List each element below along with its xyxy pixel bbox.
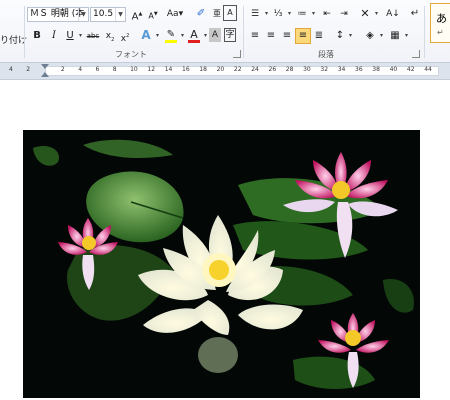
style-preview-text: あ (436, 12, 447, 25)
ruler-tick-label: 2 (60, 66, 65, 73)
chevron-down-icon[interactable]: ▼ (78, 8, 88, 21)
font-color-icon[interactable]: A (186, 27, 202, 43)
ruler-tick-label: 6 (95, 66, 100, 73)
font-name-value: ＭＳ 明朝 (本 (30, 9, 85, 19)
text-effects-icon[interactable]: A (138, 27, 154, 43)
chevron-down-icon[interactable]: ▾ (377, 28, 386, 44)
ruler-tick-label: 44 (424, 66, 432, 73)
ruler-tick-label: 14 (164, 66, 173, 73)
chevron-down-icon[interactable]: ▾ (346, 28, 355, 44)
highlight-color-icon[interactable]: ✎ (163, 27, 179, 43)
change-case-icon[interactable]: Aa▾ (166, 6, 184, 22)
borders-icon[interactable]: ▦ (387, 28, 403, 44)
superscript-icon[interactable]: x2 (117, 28, 133, 44)
font-size-combo[interactable]: 10.5 ▼ (90, 7, 126, 22)
bullets-icon[interactable]: ☰ (247, 6, 263, 22)
ruler-tick-label: 2 (26, 66, 31, 73)
ruler-tick-label: 4 (9, 66, 13, 73)
ruler-tick-label: 24 (251, 66, 259, 73)
separator (24, 6, 25, 58)
ruler-tick-label: 12 (147, 66, 156, 73)
styles-gallery-item[interactable]: あ ↵ (430, 3, 450, 43)
shrink-font-icon[interactable]: A▼ (145, 6, 161, 22)
chevron-down-icon[interactable]: ▼ (115, 8, 125, 21)
first-line-indent-marker[interactable] (41, 64, 49, 69)
subscript-icon[interactable]: x2 (102, 28, 118, 44)
chevron-down-icon[interactable]: ▾ (285, 6, 294, 22)
paragraph-group-label: 段落 (318, 50, 334, 59)
chevron-down-icon[interactable]: ▾ (402, 28, 411, 44)
asian-layout-icon[interactable]: ✕ (357, 6, 373, 22)
separator (424, 6, 425, 58)
chevron-down-icon[interactable]: ▾ (372, 6, 381, 22)
ruler-tick-label: 26 (268, 66, 277, 73)
sort-icon[interactable]: A↓ (385, 6, 401, 22)
paragraph-dialog-launcher-icon[interactable] (412, 50, 420, 58)
style-preview-mark: ↵ (437, 28, 444, 37)
ruler-tick-label: 18 (199, 66, 207, 73)
horizontal-ruler[interactable]: 4 2 2 4 6 8 10 12 14 16 18 20 22 24 26 28 30 32 34 36 38 40 42… (0, 63, 450, 80)
ruler-tick-label: 40 (389, 66, 398, 73)
clear-formatting-icon[interactable]: ✐ (193, 6, 209, 22)
align-center-icon[interactable]: ≡ (263, 28, 279, 44)
ruler-tick-label: 38 (372, 66, 380, 73)
font-size-value: 10.5 (93, 9, 114, 19)
ruler-tick-label: 8 (112, 66, 117, 73)
shading-icon[interactable]: ◈ (362, 28, 378, 44)
distributed-icon[interactable]: ≣ (311, 28, 327, 44)
ruler-tick-label: 10 (130, 66, 138, 73)
justify-icon[interactable]: ≡ (295, 28, 311, 44)
ruler-tick-label: 20 (216, 66, 225, 73)
bold-icon[interactable]: B (29, 28, 45, 44)
multilevel-list-icon[interactable]: ≔ (294, 6, 310, 22)
ruler-tick-label: 28 (285, 66, 294, 73)
character-shading-icon[interactable]: A (209, 28, 221, 42)
ruler-tick-label: 36 (355, 66, 363, 73)
photo-graphic (23, 130, 420, 398)
align-left-icon[interactable]: ≡ (247, 28, 263, 44)
align-right-icon[interactable]: ≡ (279, 28, 295, 44)
grow-font-icon[interactable]: A▲ (129, 6, 145, 22)
character-border-icon[interactable]: 字 (224, 28, 236, 42)
paste-button-label[interactable]: り付け (0, 33, 27, 46)
show-marks-icon[interactable]: ↵ (407, 6, 423, 22)
numbering-icon[interactable]: ⅓ (270, 6, 286, 22)
ruler-tick-label: 4 (78, 66, 83, 73)
chevron-down-icon[interactable]: ▾ (76, 28, 85, 44)
font-dialog-launcher-icon[interactable] (233, 50, 241, 58)
font-name-combo[interactable]: ＭＳ 明朝 (本 ▼ (27, 7, 89, 22)
italic-icon[interactable]: I (46, 28, 62, 44)
decrease-indent-icon[interactable]: ⇤ (319, 6, 335, 22)
font-group-label: フォント (115, 50, 147, 59)
ruler-tick-label: 22 (233, 66, 242, 73)
strikethrough-icon[interactable]: abc (86, 28, 100, 44)
ruler-tick-label: 30 (303, 66, 311, 73)
separator (243, 6, 244, 58)
ruler-tick-label: 16 (182, 66, 190, 73)
chevron-down-icon[interactable]: ▾ (309, 6, 318, 22)
ruler-tick-label: 42 (406, 66, 415, 73)
ruler-tick-label: 34 (337, 66, 346, 73)
hanging-indent-marker[interactable] (41, 72, 49, 77)
ribbon: り付け ＭＳ 明朝 (本 ▼ 10.5 ▼ A▲ A▼ Aa▾ ✐ 亜 A B … (0, 0, 450, 63)
water-lily-photo[interactable] (23, 130, 420, 398)
chevron-down-icon[interactable]: ▾ (153, 28, 162, 44)
increase-indent-icon[interactable]: ⇥ (336, 6, 352, 22)
ruler-tick-label: 32 (320, 66, 329, 73)
enclose-characters-icon[interactable]: A (223, 5, 237, 21)
